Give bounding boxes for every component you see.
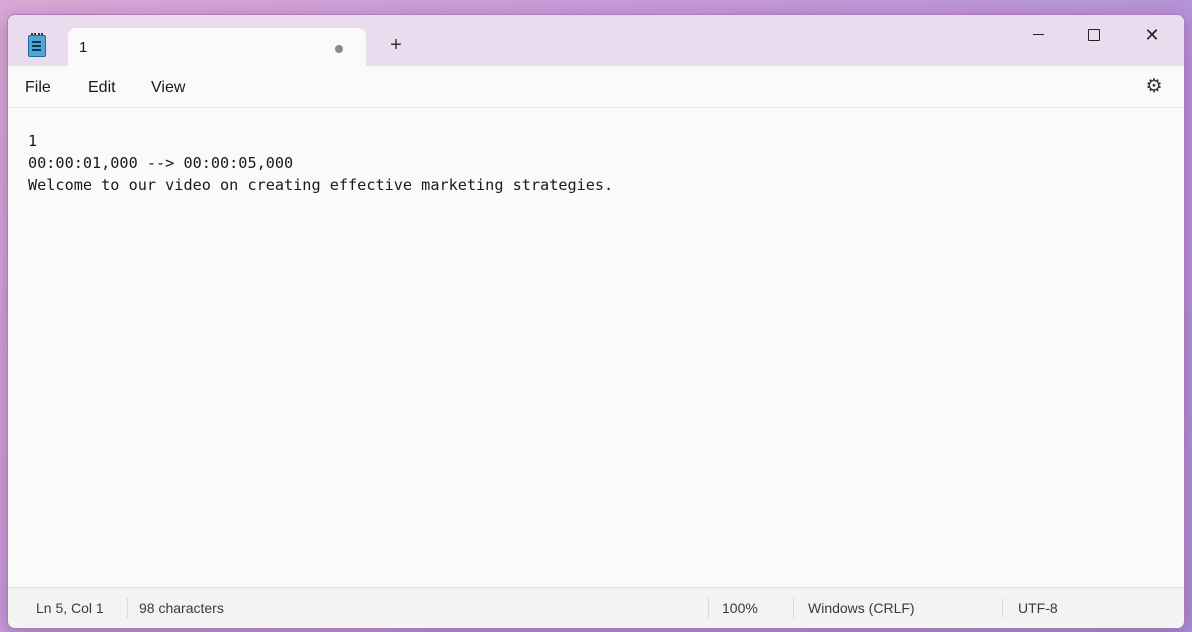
unsaved-dot-icon[interactable] <box>335 45 343 53</box>
status-bar: Ln 5, Col 1 98 characters 100% Windows (… <box>8 587 1184 628</box>
close-icon: ✕ <box>1144 25 1160 45</box>
editor-content: 1 00:00:01,000 --> 00:00:05,000 Welcome to… <box>28 130 613 196</box>
new-tab-button[interactable]: + <box>384 33 408 57</box>
status-divider <box>793 598 794 618</box>
character-count: 98 characters <box>139 600 224 616</box>
status-divider <box>127 598 128 618</box>
maximize-button[interactable] <box>1074 21 1114 49</box>
line-ending[interactable]: Windows (CRLF) <box>808 600 915 616</box>
status-divider <box>708 598 709 618</box>
tab-document[interactable]: 1 <box>68 28 366 66</box>
maximize-icon <box>1088 28 1100 41</box>
menu-bar: File Edit View ⚙ <box>8 66 1184 108</box>
notepad-app-icon <box>28 33 46 57</box>
editor-line: 1 <box>28 132 38 150</box>
close-button[interactable]: ✕ <box>1132 21 1172 49</box>
zoom-level[interactable]: 100% <box>722 600 758 616</box>
status-divider <box>1002 598 1003 618</box>
cursor-position[interactable]: Ln 5, Col 1 <box>36 600 104 616</box>
menu-file[interactable]: File <box>25 79 51 97</box>
tab-title: 1 <box>79 39 88 56</box>
text-editor[interactable]: 1 00:00:01,000 --> 00:00:05,000 Welcome to… <box>8 108 1184 586</box>
notepad-window: 1 + ✕ File Edit View ⚙ 1 00:00:01,000 -->… <box>7 14 1185 629</box>
encoding[interactable]: UTF-8 <box>1018 600 1058 616</box>
settings-gear-icon[interactable]: ⚙ <box>1144 77 1164 97</box>
minimize-icon <box>1032 34 1044 36</box>
menu-view[interactable]: View <box>151 79 185 97</box>
title-bar[interactable]: 1 + ✕ <box>8 15 1184 66</box>
editor-line: 00:00:01,000 --> 00:00:05,000 <box>28 154 294 172</box>
menu-edit[interactable]: Edit <box>88 79 116 97</box>
editor-line: Welcome to our video on creating effecti… <box>28 176 614 194</box>
minimize-button[interactable] <box>1018 21 1058 49</box>
